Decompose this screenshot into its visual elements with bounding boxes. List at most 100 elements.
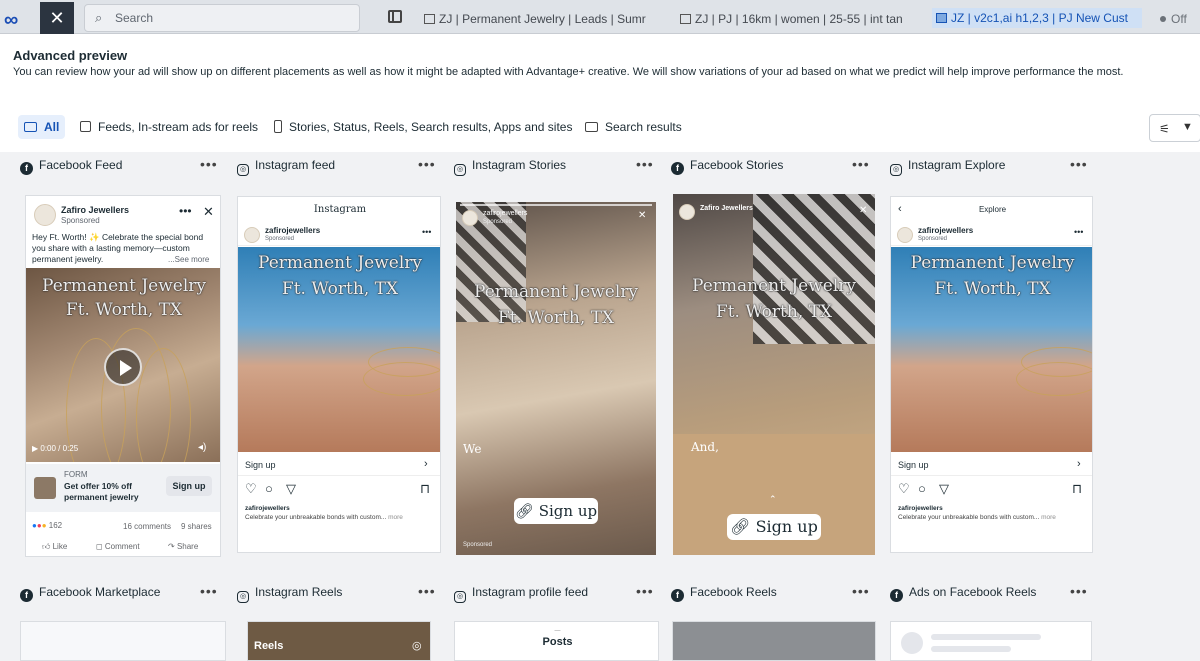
placement-facebook-marketplace-title: f Facebook Marketplace [20,585,160,603]
more-options-icon[interactable]: ••• [1070,156,1088,172]
volume-icon[interactable]: ◂) [198,442,206,453]
more-options-icon[interactable]: ••• [1074,227,1083,237]
profile-avatar [244,227,260,243]
heart-icon[interactable]: ♡ [245,481,257,497]
cta-label: Sign up [245,460,276,470]
ad-video[interactable]: Permanent Jewelry Ft. Worth, TX ▶ 0:00 /… [26,268,220,462]
send-icon[interactable]: ▽ [286,481,296,497]
bookmark-icon[interactable]: ⊓ [420,481,430,497]
more-options-icon[interactable]: ••• [852,583,870,599]
ad-image[interactable]: Permanent Jewelry Ft. Worth, TX [891,247,1092,452]
filter-stories[interactable]: Stories, Status, Reels, Search results, … [268,115,578,139]
see-more-link[interactable]: ...See more [168,255,209,264]
more-options-icon[interactable]: ••• [418,583,436,599]
placeholder-avatar [901,632,923,654]
story-media[interactable]: Zafiro Jewellers ✕ Permanent Jewelry Ft.… [673,194,875,555]
send-icon[interactable]: ▽ [939,481,949,497]
filter-search-results[interactable]: Search results [579,115,688,139]
play-icon[interactable] [104,348,142,386]
panel-toggle-icon[interactable] [388,10,402,23]
browser-top-bar: ∞ ✕ ⌕ Search ZJ | Permanent Jewelry | Le… [0,0,1200,34]
form-thumbnail [34,477,56,499]
instagram-feed-preview: Instagram zafirojewellers Sponsored ••• … [237,196,441,553]
chevron-down-icon: ▼ [1182,121,1193,133]
instagram-profile-feed-preview: — Posts [454,621,659,661]
page-name: Zafiro Jewellers [700,205,753,212]
story-media[interactable]: zafirojewellers Sponsored ✕ Permanent Je… [456,202,656,555]
facebook-icon: f [671,162,684,175]
overlay-location: Ft. Worth, TX [934,279,1051,299]
sign-up-button[interactable]: Sign up [166,476,212,496]
comment-label: Comment [104,542,140,551]
filter-feeds[interactable]: Feeds, In-stream ads for reels [74,115,264,139]
share-label: Share [176,542,199,551]
like-button[interactable]: 👍︎ Like [42,542,67,552]
share-button[interactable]: ↷ Share [168,542,198,551]
instagram-icon: ◎ [890,164,902,176]
filter-all[interactable]: All [18,115,66,139]
thumbs-up-icon: 👍︎ [42,542,51,551]
ads-on-facebook-reels-preview [890,621,1092,661]
comment-button[interactable]: ◻ Comment [96,542,140,551]
tab-label: ZJ | PJ | 16km | women | 25-55 | int tan [695,12,903,26]
overlay-location: Ft. Worth, TX [281,279,399,299]
more-options-icon[interactable]: ••• [422,227,431,237]
sign-up-button[interactable]: 🔗︎ Sign up [727,514,821,540]
wow-reaction-icon: ● [41,521,47,530]
bookmark-icon[interactable]: ⊓ [1072,481,1082,497]
more-link[interactable]: more [388,514,403,521]
bracelet-shape [363,362,440,396]
sponsored-footer: Sponsored [463,542,493,548]
close-icon[interactable]: ✕ [203,204,214,220]
sign-up-button[interactable]: 🔗︎ Sign up [514,498,598,524]
more-options-icon[interactable]: ••• [636,583,654,599]
status-toggle[interactable]: Off [1160,12,1187,26]
page-avatar [679,204,695,220]
preview-header: Advanced preview You can review how your… [0,34,1200,152]
cta-label: Sign up [898,460,929,470]
more-options-icon[interactable]: ••• [1070,583,1088,599]
placement-instagram-feed-title: ◎ Instagram feed [237,158,335,176]
tab-ad[interactable]: JZ | v2c1,ai h1,2,3 | PJ New Cust [932,8,1142,28]
devices-icon [24,122,37,132]
placeholder-line [931,646,1011,652]
cta-row[interactable]: Sign up › [238,454,440,476]
link-icon: 🔗︎ [730,517,751,536]
settings-dropdown-button[interactable]: ⚟ ▼ [1149,114,1200,142]
heart-icon[interactable]: ♡ [898,481,910,497]
reactions-summary: ●●● 162 [32,521,62,530]
close-icon[interactable]: ✕ [40,2,74,34]
tab-campaign[interactable]: ZJ | Permanent Jewelry | Leads | Sumr [424,12,660,26]
search-input[interactable]: ⌕ Search [84,4,360,32]
cta-row[interactable]: Sign up › [891,454,1092,476]
like-label: Like [52,542,68,551]
comment-icon[interactable]: ○ [265,481,273,496]
placement-label: Facebook Reels [690,585,777,599]
more-options-icon[interactable]: ••• [418,156,436,172]
cta-label: Sign up [755,517,818,536]
more-options-icon[interactable]: ••• [179,204,192,218]
more-options-icon[interactable]: ••• [852,156,870,172]
profile-avatar [897,227,913,243]
more-options-icon[interactable]: ••• [636,156,654,172]
meta-logo-icon[interactable]: ∞ [4,9,18,32]
ad-image[interactable]: Permanent Jewelry Ft. Worth, TX [238,247,440,452]
close-icon[interactable]: ✕ [859,205,867,216]
comment-icon[interactable]: ○ [918,481,926,496]
placement-label: Instagram feed [255,158,336,172]
camera-icon[interactable]: ◎ [412,639,422,652]
search-icon: ⌕ [95,10,103,25]
more-link[interactable]: more [1041,514,1056,521]
close-icon[interactable]: ✕ [638,210,646,221]
placement-label: Instagram Stories [472,158,567,172]
video-time-label: 0:00 / 0:25 [40,444,79,453]
overlay-title: Permanent Jewelry [910,253,1075,273]
placement-instagram-reels-title: ◎ Instagram Reels [237,585,342,603]
facebook-icon: f [671,589,684,602]
instagram-logo: Instagram [313,204,367,215]
more-options-icon[interactable]: ••• [200,156,218,172]
tab-ad-set[interactable]: ZJ | PJ | 16km | women | 25-55 | int tan [680,12,914,26]
instagram-reels-preview: Reels ◎ [247,621,431,661]
more-options-icon[interactable]: ••• [200,583,218,599]
grid-icon [680,14,691,24]
